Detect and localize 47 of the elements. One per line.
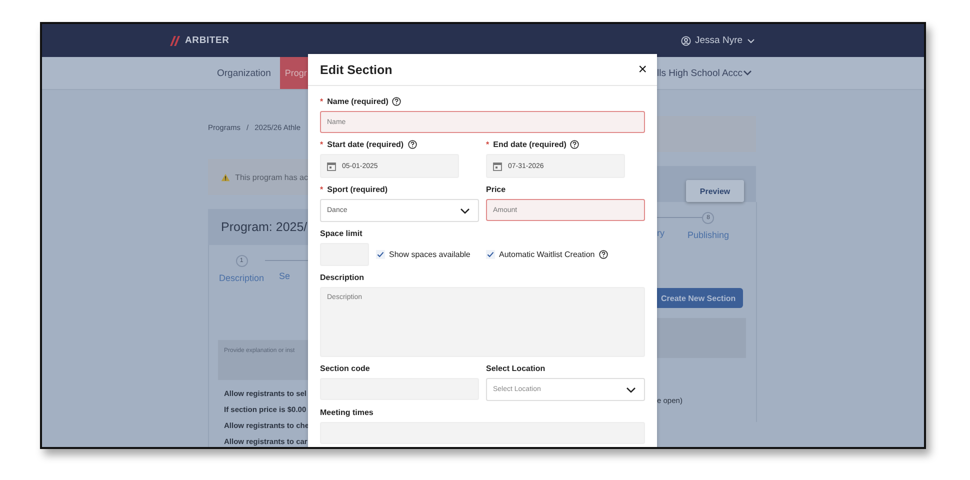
nav-tab[interactable]: Organization bbox=[208, 57, 280, 89]
required-mark: * bbox=[320, 140, 324, 148]
chevron-down-icon bbox=[742, 70, 752, 76]
chevron-down-icon bbox=[746, 38, 755, 44]
field-label: Sport (required) bbox=[327, 184, 388, 194]
field-label: Section code bbox=[320, 364, 370, 372]
logo-icon bbox=[170, 36, 182, 46]
field-label: End date (required) bbox=[493, 140, 566, 148]
help-icon[interactable] bbox=[408, 140, 417, 148]
dialog-title: Edit Section bbox=[320, 62, 392, 76]
field-label: Space limit bbox=[320, 228, 362, 238]
required-mark: * bbox=[486, 140, 490, 148]
help-icon[interactable] bbox=[598, 250, 608, 259]
checkbox-label: Show spaces available bbox=[389, 250, 470, 259]
preview-button[interactable]: Preview bbox=[686, 180, 744, 202]
user-icon bbox=[681, 36, 691, 46]
field-label: Meeting times bbox=[320, 408, 374, 416]
logo-text: ARBITER bbox=[185, 35, 230, 46]
account-menu[interactable]: lls High School Accc bbox=[657, 57, 752, 89]
instructions-field[interactable] bbox=[657, 318, 746, 358]
field-label: Start date (required) bbox=[327, 140, 404, 148]
field-label: Select Location bbox=[486, 364, 546, 372]
calendar-icon bbox=[327, 162, 336, 170]
field-label: Name (required) bbox=[327, 96, 388, 106]
nav-tab[interactable]: Progr bbox=[280, 57, 308, 89]
step-link[interactable]: Description bbox=[219, 273, 264, 283]
chevron-down-icon bbox=[460, 208, 470, 214]
step-link[interactable]: ry bbox=[657, 228, 664, 252]
help-icon[interactable] bbox=[392, 96, 402, 106]
chevron-down-icon bbox=[626, 386, 636, 392]
checkbox[interactable] bbox=[486, 250, 495, 259]
step-link[interactable]: Se bbox=[279, 271, 290, 295]
checkbox-label: Automatic Waitlist Creation bbox=[499, 250, 595, 259]
field-label: Description bbox=[320, 272, 364, 282]
close-button[interactable]: × bbox=[638, 62, 647, 77]
program-title: Program: 2025/ bbox=[221, 220, 308, 234]
required-mark: * bbox=[320, 184, 324, 194]
step-link[interactable]: Publishing bbox=[688, 230, 730, 240]
help-icon[interactable] bbox=[570, 140, 580, 148]
create-section-button[interactable]: Create New Section bbox=[657, 288, 743, 308]
warning-icon bbox=[221, 172, 230, 182]
checkbox[interactable] bbox=[376, 250, 385, 259]
user-menu[interactable]: Jessa Nyre bbox=[681, 35, 755, 46]
alert-text: This program has ac bbox=[235, 172, 308, 182]
field-label: Price bbox=[486, 184, 506, 194]
required-mark: * bbox=[320, 96, 324, 106]
calendar-icon bbox=[493, 162, 502, 170]
